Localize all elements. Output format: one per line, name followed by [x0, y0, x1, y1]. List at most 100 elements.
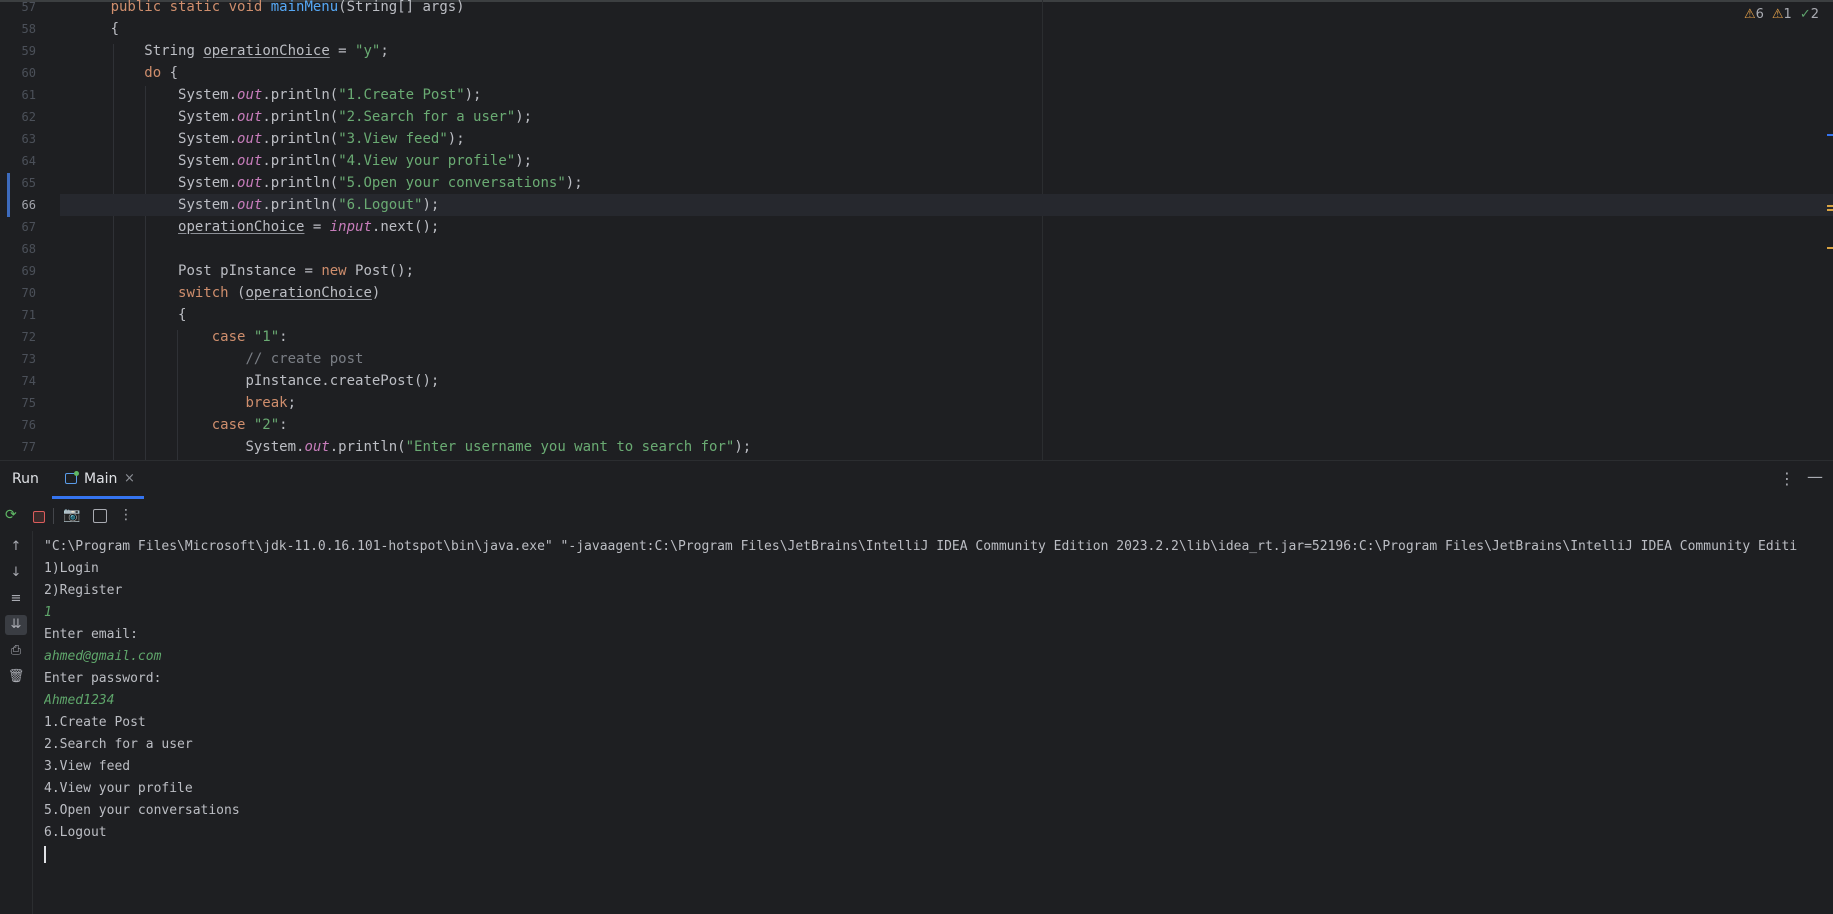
- line-number[interactable]: 72: [0, 326, 36, 348]
- code-line-61[interactable]: System.out.println("1.Create Post");: [60, 84, 1833, 106]
- line-number[interactable]: 58: [0, 18, 36, 40]
- line-number[interactable]: 76: [0, 414, 36, 436]
- line-number[interactable]: 70: [0, 282, 36, 304]
- console-line: 2.Search for a user: [44, 737, 193, 752]
- minimize-icon[interactable]: —: [1807, 467, 1823, 486]
- string-literal: "Enter username you want to search for": [405, 439, 735, 455]
- line-number[interactable]: 75: [0, 392, 36, 414]
- code-line-73[interactable]: // create post: [60, 348, 1833, 370]
- code-line-62[interactable]: System.out.println("2.Search for a user"…: [60, 106, 1833, 128]
- code-line-59[interactable]: String operationChoice = "y";: [60, 40, 1833, 62]
- variable-name: operationChoice: [245, 285, 372, 301]
- code-token: .println(: [262, 87, 339, 103]
- arrow-down-icon[interactable]: ↓: [5, 563, 27, 583]
- console-user-input: 1: [44, 605, 52, 620]
- variable-name: operationChoice: [203, 43, 330, 59]
- line-number[interactable]: 77: [0, 436, 36, 458]
- line-number[interactable]: 74: [0, 370, 36, 392]
- code-line-65[interactable]: System.out.println("5.Open your conversa…: [60, 172, 1833, 194]
- inspection-widget[interactable]: ⚠6 ⚠1 ✓2: [1744, 7, 1819, 22]
- line-number[interactable]: 57: [0, 0, 36, 18]
- stop-icon[interactable]: [33, 511, 45, 523]
- code-line-58[interactable]: {: [60, 18, 1833, 40]
- check-icon: ✓: [1799, 7, 1811, 22]
- code-line-75[interactable]: break;: [60, 392, 1833, 414]
- weak-warnings-indicator[interactable]: ⚠1: [1772, 7, 1792, 22]
- code-line-76[interactable]: case "2":: [60, 414, 1833, 436]
- tab-main[interactable]: Main ×: [52, 461, 144, 499]
- code-line-69[interactable]: Post pInstance = new Post();: [60, 260, 1833, 282]
- print-icon[interactable]: ⎙: [5, 641, 27, 661]
- code-line-57[interactable]: public static void mainMenu(String[] arg…: [60, 0, 1833, 18]
- arrow-up-icon[interactable]: ↑: [5, 537, 27, 557]
- rerun-icon[interactable]: ⟳: [5, 507, 17, 523]
- code-line-66-current[interactable]: System.out.println("6.Logout");: [60, 194, 1833, 216]
- more-icon[interactable]: ⋮: [119, 507, 133, 523]
- run-tab-bar: Run Main × ⋮ —: [0, 461, 1833, 499]
- code-line-67[interactable]: operationChoice = input.next();: [60, 216, 1833, 238]
- console-line: 5.Open your conversations: [44, 803, 240, 818]
- console-line: 1.Create Post: [44, 715, 146, 730]
- code-line-63[interactable]: System.out.println("3.View feed");: [60, 128, 1833, 150]
- keyword: do: [144, 65, 162, 81]
- code-editor[interactable]: 57 58 59 60 61 62 63 64 65 66 67 68 69 70 71 72 73 74 75 76…: [0, 0, 1833, 460]
- close-icon[interactable]: ×: [124, 471, 135, 486]
- line-number[interactable]: 65: [0, 172, 36, 194]
- line-number[interactable]: 63: [0, 128, 36, 150]
- soft-wrap-icon[interactable]: ≡: [5, 589, 27, 609]
- keyword: case: [211, 417, 254, 433]
- restore-layout-icon[interactable]: [93, 509, 107, 523]
- line-number[interactable]: 68: [0, 238, 36, 260]
- code-token: {: [161, 65, 179, 81]
- console-line: 1)Login: [44, 561, 99, 576]
- line-number[interactable]: 73: [0, 348, 36, 370]
- line-number[interactable]: 62: [0, 106, 36, 128]
- code-token: ;: [380, 43, 389, 59]
- string-literal: "1": [253, 329, 280, 345]
- code-token: .println(: [262, 153, 339, 169]
- console-side-toolbar: ↑ ↓ ≡ ⇊ ⎙ 🗑: [0, 531, 33, 914]
- code-line-60[interactable]: do {: [60, 62, 1833, 84]
- line-number[interactable]: 64: [0, 150, 36, 172]
- scrollbar-marker[interactable]: [1827, 209, 1833, 211]
- more-options-icon[interactable]: ⋮: [1779, 469, 1795, 488]
- console-output[interactable]: "C:\Program Files\Microsoft\jdk-11.0.16.…: [44, 536, 1833, 914]
- camera-icon[interactable]: 📷: [63, 507, 80, 523]
- typos-count: 2: [1810, 7, 1819, 22]
- console-input-line[interactable]: [44, 844, 1833, 866]
- line-number[interactable]: 60: [0, 62, 36, 84]
- line-number-gutter[interactable]: 57 58 59 60 61 62 63 64 65 66 67 68 69 70 71 72 73 74 75 76…: [0, 0, 60, 460]
- string-literal: "2.Search for a user": [338, 109, 516, 125]
- scrollbar-marker[interactable]: [1827, 205, 1833, 207]
- warnings-indicator[interactable]: ⚠6: [1744, 7, 1764, 22]
- string-literal: "y": [355, 43, 381, 59]
- static-field: out: [237, 175, 263, 191]
- scroll-to-end-icon[interactable]: ⇊: [5, 615, 27, 635]
- code-token: public static void: [110, 0, 271, 15]
- code-line-70[interactable]: switch (operationChoice): [60, 282, 1833, 304]
- scrollbar-marker[interactable]: [1827, 247, 1833, 249]
- line-number[interactable]: 71: [0, 304, 36, 326]
- line-number[interactable]: 61: [0, 84, 36, 106]
- keyword: break: [245, 395, 288, 411]
- vcs-change-marker[interactable]: [7, 173, 10, 217]
- code-line-71[interactable]: {: [60, 304, 1833, 326]
- console-line-command: "C:\Program Files\Microsoft\jdk-11.0.16.…: [44, 539, 1798, 554]
- line-number[interactable]: 69: [0, 260, 36, 282]
- trash-icon[interactable]: 🗑: [5, 667, 27, 687]
- code-line-72[interactable]: case "1":: [60, 326, 1833, 348]
- run-toolbar: ⟳ 📷 ⋮: [0, 499, 1833, 531]
- scrollbar-marker[interactable]: [1827, 134, 1833, 136]
- code-line-64[interactable]: System.out.println("4.View your profile"…: [60, 150, 1833, 172]
- code-line-74[interactable]: pInstance.createPost();: [60, 370, 1833, 392]
- static-field: out: [237, 197, 263, 213]
- code-token: .println(: [262, 109, 339, 125]
- line-number[interactable]: 67: [0, 216, 36, 238]
- line-number[interactable]: 59: [0, 40, 36, 62]
- typos-indicator[interactable]: ✓2: [1800, 7, 1819, 22]
- code-line-68[interactable]: [60, 238, 1833, 260]
- string-literal: "6.Logout": [338, 197, 423, 213]
- code-line-77[interactable]: System.out.println("Enter username you w…: [60, 436, 1833, 458]
- line-number[interactable]: 66: [0, 194, 36, 216]
- code-token: .println(: [262, 131, 339, 147]
